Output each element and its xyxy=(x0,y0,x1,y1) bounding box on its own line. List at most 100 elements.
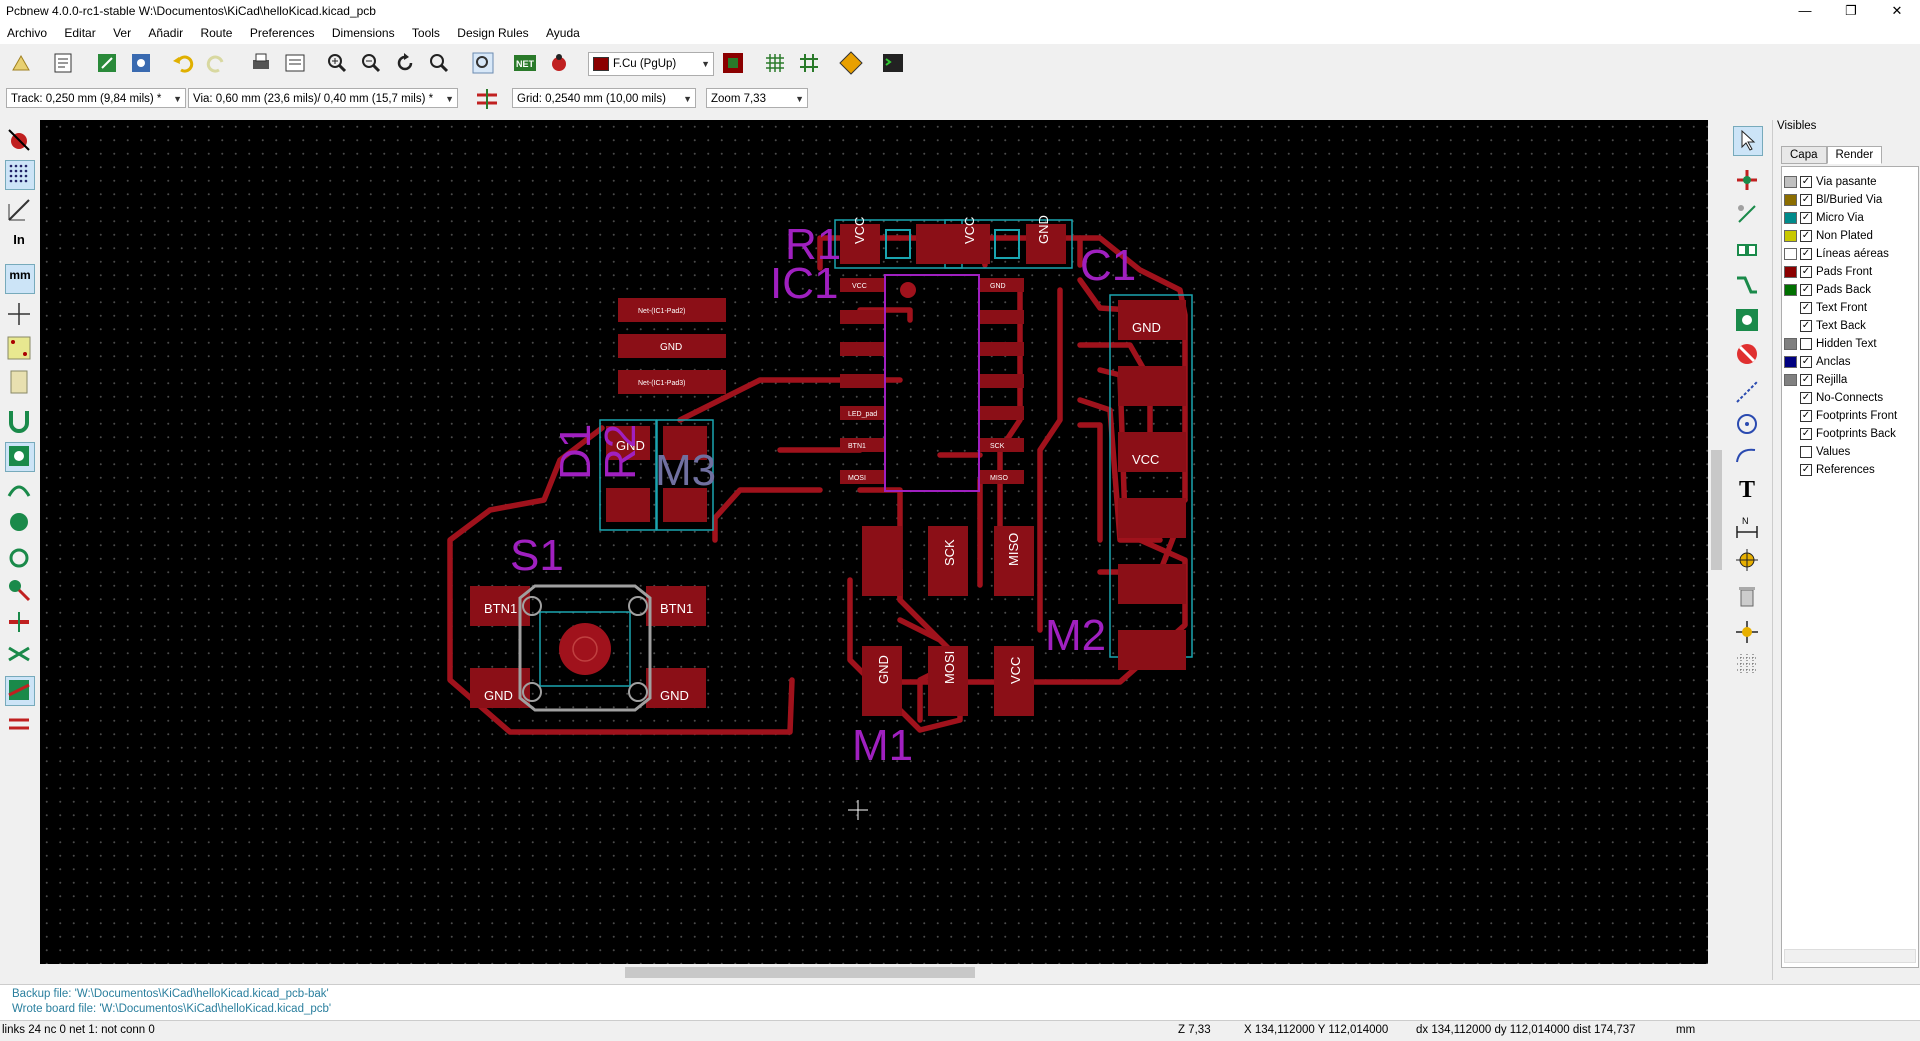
color-swatch[interactable] xyxy=(1784,283,1797,296)
module-ratsnest-icon[interactable] xyxy=(5,368,33,396)
render-item-anclas[interactable]: ✓ Anclas xyxy=(1784,353,1851,371)
plot-icon[interactable] xyxy=(282,50,308,76)
netlist-icon[interactable]: NET xyxy=(512,50,538,76)
menu-tools[interactable]: Tools xyxy=(405,22,447,44)
checkbox[interactable]: ✓ xyxy=(1800,211,1812,224)
maximize-button[interactable]: ❐ xyxy=(1828,0,1874,22)
track-width-select[interactable]: Track: 0,250 mm (9,84 mils) * ▼ xyxy=(6,88,186,108)
new-board-icon[interactable] xyxy=(8,50,34,76)
menu-preferences[interactable]: Preferences xyxy=(243,22,322,44)
close-button[interactable]: ✕ xyxy=(1874,0,1920,22)
render-item-values[interactable]: Values xyxy=(1800,443,1850,461)
menu-ayuda[interactable]: Ayuda xyxy=(539,22,587,44)
checkbox[interactable]: ✓ xyxy=(1800,229,1812,242)
render-item-buried-via[interactable]: ✓ Bl/Buried Via xyxy=(1784,191,1882,209)
cursor-shape-icon[interactable] xyxy=(5,300,33,328)
track-sketch-icon[interactable] xyxy=(5,608,33,636)
render-item-text-back[interactable]: ✓ Text Back xyxy=(1800,317,1866,335)
add-text-icon[interactable]: T xyxy=(1733,476,1761,504)
auto-delete-track-icon[interactable] xyxy=(5,406,33,434)
color-swatch[interactable] xyxy=(1784,355,1797,368)
zone-fill-icon[interactable] xyxy=(5,508,33,536)
render-item-ratsnest[interactable]: ✓ Líneas aéreas xyxy=(1784,245,1889,263)
grid-toggle-icon[interactable] xyxy=(5,160,35,190)
render-item-pads-front[interactable]: ✓ Pads Front xyxy=(1784,263,1872,281)
redo-icon[interactable] xyxy=(204,50,230,76)
menu-dimensions[interactable]: Dimensions xyxy=(325,22,402,44)
menu-route[interactable]: Route xyxy=(193,22,239,44)
find-icon[interactable] xyxy=(470,50,496,76)
menu-ver[interactable]: Ver xyxy=(106,22,138,44)
polar-coords-icon[interactable] xyxy=(5,196,33,224)
zone-outline-icon[interactable] xyxy=(5,476,33,504)
layer-select[interactable]: F.Cu (PgUp) ▼ xyxy=(588,52,714,76)
add-track-icon[interactable] xyxy=(1733,272,1761,300)
color-swatch[interactable] xyxy=(1784,175,1797,188)
autoroute-icon[interactable] xyxy=(796,50,822,76)
show-ratsnest-icon[interactable] xyxy=(5,334,33,362)
checkbox[interactable]: ✓ xyxy=(1800,391,1812,404)
local-ratsnest-icon[interactable] xyxy=(1733,200,1761,228)
add-zone-icon[interactable] xyxy=(1733,306,1761,334)
checkbox[interactable]: ✓ xyxy=(1800,265,1812,278)
checkbox[interactable]: ✓ xyxy=(1800,301,1812,314)
zoom-in-icon[interactable] xyxy=(324,50,350,76)
checkbox[interactable]: ✓ xyxy=(1800,247,1812,260)
render-item-footprints-front[interactable]: ✓ Footprints Front xyxy=(1800,407,1897,425)
vertical-scrollbar[interactable] xyxy=(1708,120,1725,964)
render-item-footprints-back[interactable]: ✓ Footprints Back xyxy=(1800,425,1896,443)
checkbox[interactable]: ✓ xyxy=(1800,193,1812,206)
color-swatch[interactable] xyxy=(1784,193,1797,206)
checkbox[interactable]: ✓ xyxy=(1800,175,1812,188)
zoom-select[interactable]: Zoom 7,33 ▼ xyxy=(706,88,808,108)
render-item-no-connects[interactable]: ✓ No-Connects xyxy=(1800,389,1883,407)
layers-manager-icon[interactable] xyxy=(5,676,35,706)
add-footprint-icon[interactable] xyxy=(1733,236,1761,264)
zoom-fit-icon[interactable] xyxy=(426,50,452,76)
delete-icon[interactable] xyxy=(1733,582,1761,610)
show-zones-icon[interactable] xyxy=(5,442,35,472)
minimize-button[interactable]: — xyxy=(1782,0,1828,22)
units-mm-button[interactable]: mm xyxy=(5,264,35,294)
save-library-icon[interactable] xyxy=(128,50,154,76)
grid-origin-icon[interactable] xyxy=(1733,650,1761,678)
color-swatch[interactable] xyxy=(1784,373,1797,386)
add-dimension-icon[interactable]: N xyxy=(1733,512,1761,540)
add-target-icon[interactable] xyxy=(1733,546,1761,574)
units-inch-button[interactable]: In xyxy=(5,230,33,258)
zoom-out-icon[interactable] xyxy=(358,50,384,76)
checkbox[interactable]: ✓ xyxy=(1800,283,1812,296)
menu-editar[interactable]: Editar xyxy=(57,22,102,44)
panel-horizontal-scrollbar[interactable] xyxy=(1784,949,1916,963)
add-arc-icon[interactable] xyxy=(1733,442,1761,470)
color-swatch[interactable] xyxy=(1784,229,1797,242)
high-contrast-icon[interactable] xyxy=(5,640,33,668)
color-swatch[interactable] xyxy=(1784,265,1797,278)
add-keepout-icon[interactable] xyxy=(1733,340,1761,368)
layer-pair-icon[interactable] xyxy=(720,50,746,76)
checkbox[interactable] xyxy=(1800,337,1812,350)
horizontal-scroll-thumb[interactable] xyxy=(625,967,975,978)
checkbox[interactable]: ✓ xyxy=(1800,355,1812,368)
pcb-canvas[interactable]: .trk{fill:none;stroke:#a0121c;stroke-wid… xyxy=(40,120,1708,964)
highlight-net-icon[interactable] xyxy=(1733,166,1761,194)
drc-off-icon[interactable] xyxy=(5,126,33,154)
tab-capa[interactable]: Capa xyxy=(1781,146,1827,164)
open-library-icon[interactable] xyxy=(94,50,120,76)
render-item-pads-back[interactable]: ✓ Pads Back xyxy=(1784,281,1871,299)
color-swatch[interactable] xyxy=(1784,211,1797,224)
set-origin-icon[interactable] xyxy=(1733,618,1761,646)
render-item-rejilla[interactable]: ✓ Rejilla xyxy=(1784,371,1847,389)
checkbox[interactable]: ✓ xyxy=(1800,427,1812,440)
color-swatch[interactable] xyxy=(1784,337,1797,350)
microwave-toolbar-icon[interactable] xyxy=(5,710,33,738)
add-graphic-line-icon[interactable] xyxy=(1733,378,1761,406)
render-item-micro-via[interactable]: ✓ Micro Via xyxy=(1784,209,1864,227)
via-sketch-icon[interactable] xyxy=(5,576,33,604)
scripting-console-icon[interactable] xyxy=(880,50,906,76)
print-icon[interactable] xyxy=(248,50,274,76)
redraw-icon[interactable] xyxy=(392,50,418,76)
checkbox[interactable]: ✓ xyxy=(1800,463,1812,476)
checkbox[interactable]: ✓ xyxy=(1800,373,1812,386)
autoplace-icon[interactable] xyxy=(762,50,788,76)
